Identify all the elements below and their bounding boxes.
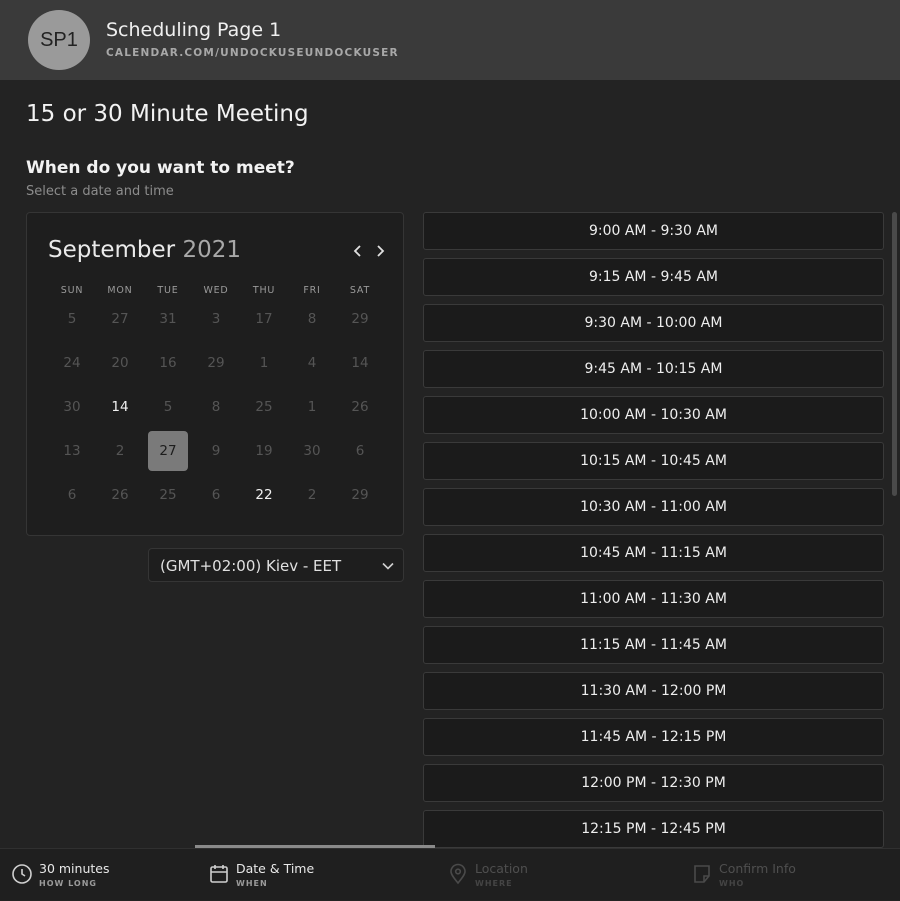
calendar-day-selected[interactable]: 27 — [148, 431, 188, 471]
chevron-down-icon — [382, 562, 394, 570]
calendar-day-unavailable: 2 — [115, 443, 125, 459]
time-slot-button[interactable]: 12:00 PM - 12:30 PM — [423, 764, 884, 802]
calendar-day-unavailable: 9 — [211, 443, 221, 459]
calendar-day-unavailable: 6 — [211, 487, 221, 503]
time-slot-button[interactable]: 10:00 AM - 10:30 AM — [423, 396, 884, 434]
weekday-header: TUE — [157, 285, 179, 296]
next-month-button[interactable] — [372, 241, 388, 261]
time-slot-button[interactable]: 10:45 AM - 11:15 AM — [423, 534, 884, 572]
calendar-day-unavailable: 16 — [159, 355, 177, 371]
avatar: SP1 — [28, 10, 90, 70]
scheduling-page-url: CALENDAR.COM/UNDOCKUSEUNDOCKUSER — [106, 47, 399, 59]
time-slot-button[interactable]: 9:15 AM - 9:45 AM — [423, 258, 884, 296]
time-slot-button[interactable]: 9:30 AM - 10:00 AM — [423, 304, 884, 342]
calendar-day-unavailable: 6 — [67, 487, 77, 503]
time-slot-button[interactable]: 10:15 AM - 10:45 AM — [423, 442, 884, 480]
weekday-header: THU — [252, 285, 276, 296]
step-label: Date & Time — [236, 861, 315, 876]
calendar-day-unavailable: 13 — [63, 443, 81, 459]
chevron-left-icon — [353, 245, 361, 257]
calendar-day-unavailable: 6 — [355, 443, 365, 459]
time-slot-button[interactable]: 12:15 PM - 12:45 PM — [423, 810, 884, 848]
calendar-day-unavailable: 29 — [351, 311, 369, 327]
scheduling-page-title: Scheduling Page 1 — [106, 19, 282, 41]
step-label: Location — [475, 861, 528, 876]
calendar-day-available[interactable]: 14 — [96, 387, 144, 427]
calendar-day-unavailable: 29 — [351, 487, 369, 503]
calendar-day-unavailable: 8 — [307, 311, 317, 327]
calendar-day-unavailable: 31 — [159, 311, 177, 327]
time-slot-button[interactable]: 11:30 AM - 12:00 PM — [423, 672, 884, 710]
section-subtitle: Select a date and time — [26, 184, 174, 199]
time-slot-list: 9:00 AM - 9:30 AM 9:15 AM - 9:45 AM 9:30 A… — [423, 212, 884, 848]
calendar-day-unavailable: 3 — [211, 311, 221, 327]
weekday-header: SUN — [60, 285, 84, 296]
calendar-day-unavailable: 25 — [159, 487, 177, 503]
calendar-day-unavailable: 26 — [111, 487, 129, 503]
scrollbar[interactable] — [892, 212, 897, 496]
step-label: 30 minutes — [39, 861, 110, 876]
time-slot-button[interactable]: 9:45 AM - 10:15 AM — [423, 350, 884, 388]
page-title: 15 or 30 Minute Meeting — [26, 101, 309, 127]
step-label: Confirm Info — [719, 861, 796, 876]
weekday-header: MON — [107, 285, 133, 296]
calendar-day-unavailable: 19 — [255, 443, 273, 459]
date-picker: September 2021 SUN MON TUE WED THU FRI SAT 5 27 3… — [26, 212, 404, 536]
calendar-year: 2021 — [182, 237, 241, 263]
weekday-header: FRI — [303, 285, 321, 296]
weekday-header: WED — [203, 285, 229, 296]
calendar-day-unavailable: 26 — [351, 399, 369, 415]
header-bar: SP1 Scheduling Page 1 CALENDAR.COM/UNDOC… — [0, 0, 900, 80]
calendar-day-unavailable: 30 — [303, 443, 321, 459]
calendar-day-unavailable: 1 — [307, 399, 317, 415]
timezone-value: (GMT+02:00) Kiev - EET — [160, 557, 342, 575]
calendar-day-unavailable: 29 — [207, 355, 225, 371]
step-sublabel: WHERE — [475, 879, 513, 888]
calendar-day-unavailable: 5 — [67, 311, 77, 327]
calendar-day-unavailable: 27 — [111, 311, 129, 327]
section-title: When do you want to meet? — [26, 158, 295, 178]
calendar-day-unavailable: 5 — [163, 399, 173, 415]
calendar-day-unavailable: 8 — [211, 399, 221, 415]
footer-steps: 30 minutes HOW LONG Date & Time WHEN Locatio… — [0, 848, 900, 900]
weekday-header: SAT — [349, 285, 371, 296]
calendar-day-unavailable: 25 — [255, 399, 273, 415]
time-slot-button[interactable]: 9:00 AM - 9:30 AM — [423, 212, 884, 250]
calendar-day-unavailable: 20 — [111, 355, 129, 371]
calendar-day-unavailable: 30 — [63, 399, 81, 415]
time-slot-button[interactable]: 11:00 AM - 11:30 AM — [423, 580, 884, 618]
calendar-day-unavailable: 4 — [307, 355, 317, 371]
calendar-month: September — [48, 237, 176, 263]
step-sublabel: HOW LONG — [39, 879, 97, 888]
chevron-right-icon — [377, 245, 385, 257]
calendar-month-label: September 2021 — [48, 237, 241, 263]
time-slot-button[interactable]: 11:45 AM - 12:15 PM — [423, 718, 884, 756]
calendar-day-unavailable: 17 — [255, 311, 273, 327]
calendar-day-unavailable: 1 — [259, 355, 269, 371]
calendar-day-unavailable: 2 — [307, 487, 317, 503]
prev-month-button[interactable] — [350, 241, 366, 261]
time-slot-button[interactable]: 10:30 AM - 11:00 AM — [423, 488, 884, 526]
calendar-day-available[interactable]: 22 — [240, 475, 288, 515]
time-slot-button[interactable]: 11:15 AM - 11:45 AM — [423, 626, 884, 664]
calendar-day-unavailable: 24 — [63, 355, 81, 371]
calendar-day-unavailable: 14 — [351, 355, 369, 371]
step-sublabel: WHO — [719, 879, 745, 888]
timezone-select[interactable]: (GMT+02:00) Kiev - EET — [148, 548, 404, 582]
step-sublabel: WHEN — [236, 879, 268, 888]
